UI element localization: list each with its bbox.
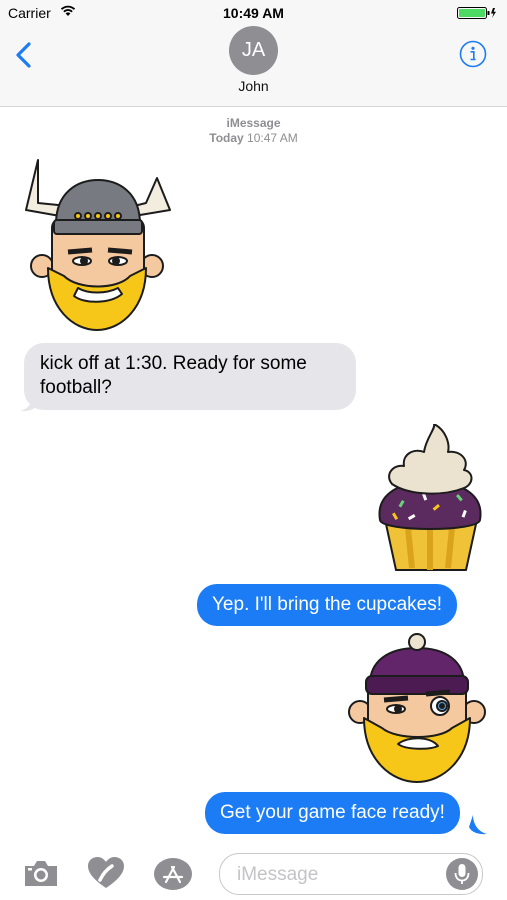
timestamp-day: Today [209,131,244,145]
viking-sticker[interactable] [18,158,176,338]
info-icon[interactable] [459,40,487,68]
cupcake-sticker[interactable] [374,424,486,576]
microphone-icon[interactable] [446,858,478,890]
app-store-icon[interactable] [153,856,193,892]
navigation-bar: Carrier 10:49 AM JA John [0,0,507,107]
chevron-left-icon[interactable] [12,40,38,70]
message-input[interactable] [235,862,439,888]
message-bubble-outgoing[interactable]: Yep. I'll bring the cupcakes! [197,584,458,626]
camera-icon[interactable] [21,856,61,892]
incoming-bubble-tail [20,392,38,412]
timestamp-time: 10:47 AM [247,131,298,145]
digital-touch-icon[interactable] [86,856,126,892]
status-bar: Carrier 10:49 AM [0,0,507,26]
contact-avatar[interactable]: JA [229,26,278,75]
battery-icon [457,7,496,19]
message-input-container[interactable] [219,853,483,895]
status-time: 10:49 AM [223,5,284,21]
service-label: iMessage [226,116,281,130]
message-bubble-incoming[interactable]: kick off at 1:30. Ready for some footbal… [24,343,356,410]
message-bubble-outgoing[interactable]: Get your game face ready! [205,792,460,834]
contact-name[interactable]: John [0,78,507,94]
viking-beanie-sticker[interactable] [346,632,488,784]
microphone-glyph [454,864,470,884]
thread-timestamp: Today 10:47 AM [0,131,507,145]
outgoing-bubble-tail [469,815,487,835]
